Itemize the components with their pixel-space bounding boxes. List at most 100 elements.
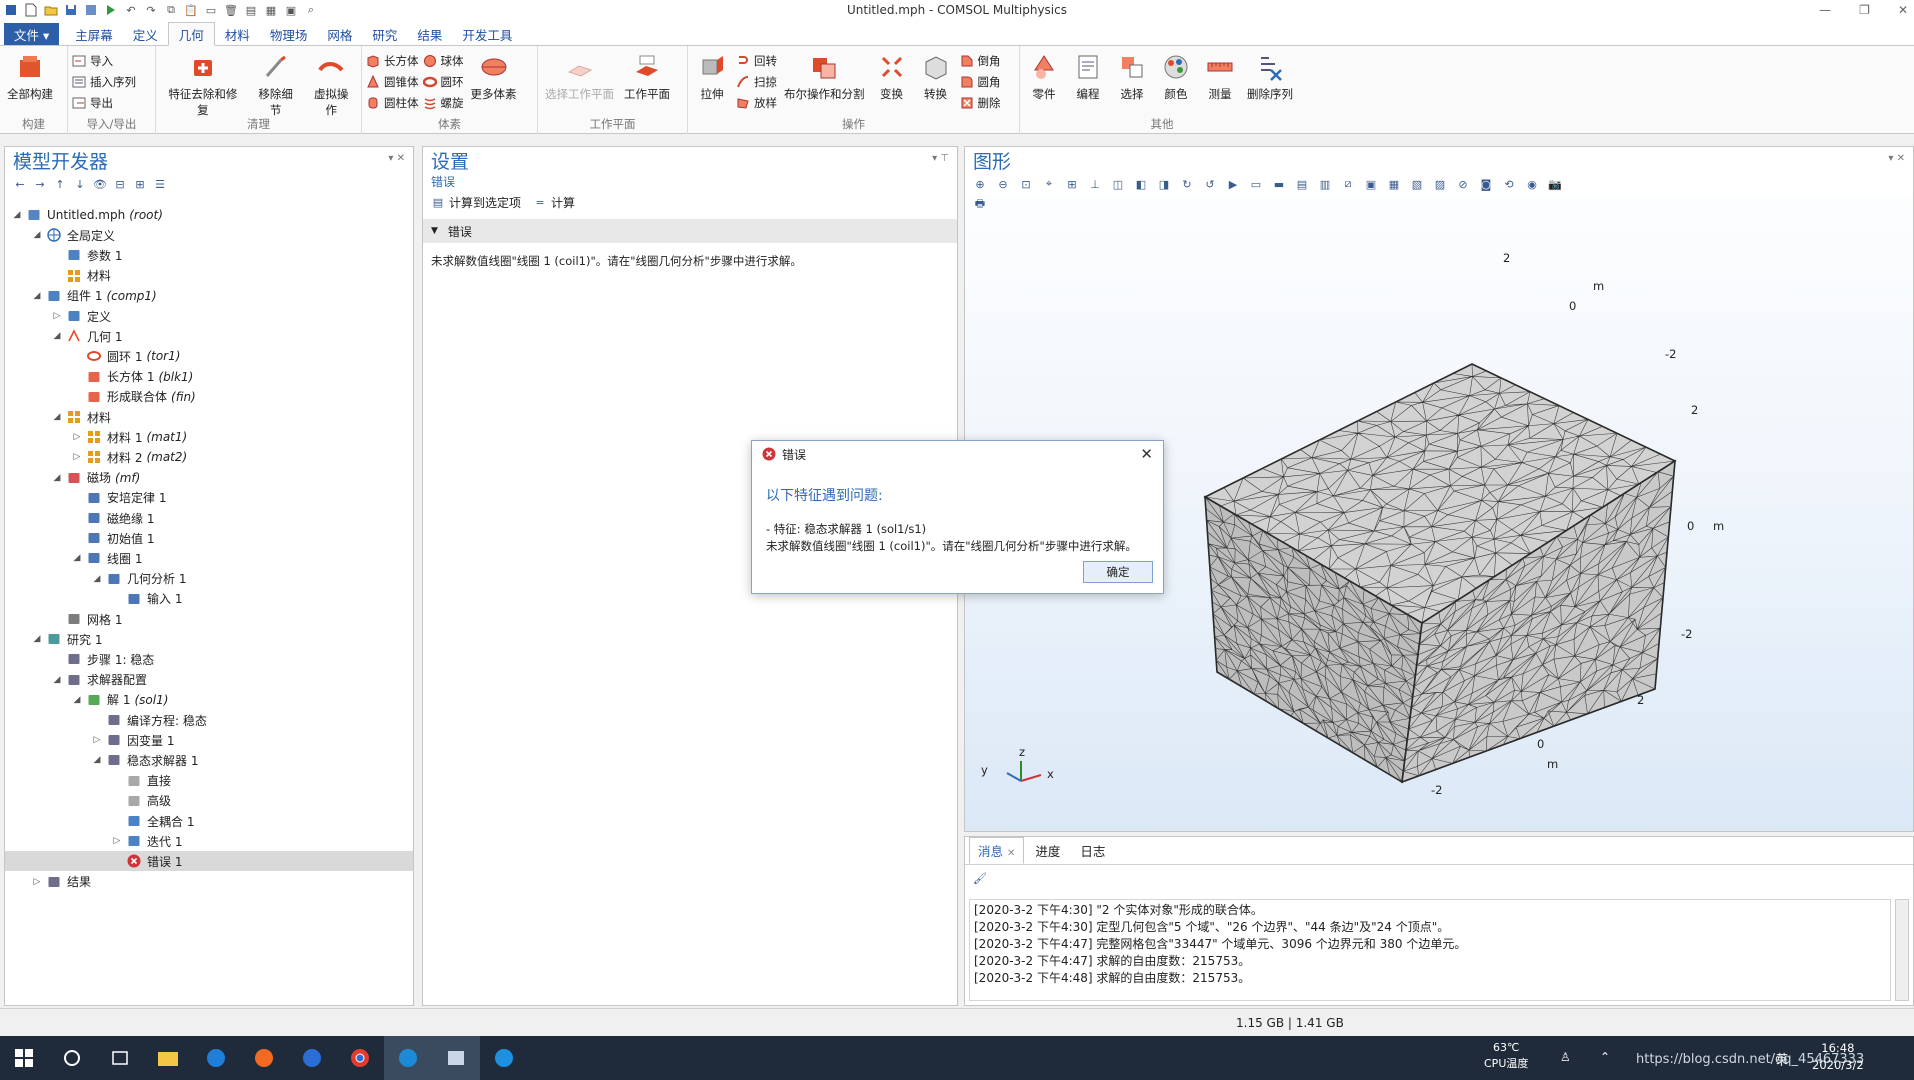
collapsed-arrow-icon[interactable]: ▷ [91, 734, 103, 746]
paste-icon[interactable]: 📋 [184, 3, 198, 17]
redo-icon[interactable]: ↷ [144, 3, 158, 17]
sweep-button[interactable]: 扫掠 [736, 73, 777, 91]
select-all-icon[interactable]: ▨ [1433, 177, 1447, 191]
tab-log[interactable]: 日志 [1071, 837, 1114, 864]
people-icon[interactable]: ♙ [1560, 1050, 1571, 1064]
tab-definitions[interactable]: 定义 [123, 23, 168, 45]
tree-item[interactable]: ▷ 结果 [5, 872, 413, 892]
show-hidden-icon[interactable]: ◙ [1479, 177, 1493, 191]
select-boundary-icon[interactable]: ▧ [1410, 177, 1424, 191]
ok-button[interactable]: 确定 [1083, 561, 1153, 583]
tree-item[interactable]: ◢ 材料 [5, 407, 413, 427]
forward-icon[interactable]: → [33, 177, 47, 191]
expanded-arrow-icon[interactable]: ◢ [51, 411, 63, 423]
zoom-box-icon[interactable]: ⊡ [1019, 177, 1033, 191]
zoom-in-icon[interactable]: ⊕ [973, 177, 987, 191]
expand-all-icon[interactable]: ⊞ [133, 177, 147, 191]
tree-item[interactable]: 圆环 1 (tor1) [5, 346, 413, 366]
open-file-icon[interactable] [44, 3, 58, 17]
torus-button[interactable]: 圆环 [422, 73, 464, 91]
cylinder-button[interactable]: 圆柱体 [366, 94, 419, 112]
graphics-menu-icon[interactable]: ▾ ✕ [1888, 153, 1905, 164]
expanded-arrow-icon[interactable]: ◢ [31, 229, 43, 241]
new-file-icon[interactable] [24, 3, 38, 17]
tree-view-icon[interactable]: ☰ [153, 177, 167, 191]
tree-item[interactable]: 初始值 1 [5, 528, 413, 548]
chrome-icon[interactable] [336, 1036, 384, 1080]
collapsed-arrow-icon[interactable]: ▷ [111, 835, 123, 847]
expanded-arrow-icon[interactable]: ◢ [71, 552, 83, 564]
collapse-all-icon[interactable]: ⊟ [113, 177, 127, 191]
tab-materials[interactable]: 材料 [215, 23, 260, 45]
panel-menu-icon[interactable]: ▾ ✕ [388, 153, 405, 164]
start-icon[interactable] [0, 1036, 48, 1080]
tree-item[interactable]: 直接 [5, 771, 413, 791]
lights-icon[interactable]: ▶ [1226, 177, 1240, 191]
expanded-arrow-icon[interactable]: ◢ [51, 674, 63, 686]
tree-item[interactable]: ◢ 全局定义 [5, 225, 413, 245]
collapsed-arrow-icon[interactable]: ▷ [31, 876, 43, 888]
hide-icon[interactable]: ▥ [1318, 177, 1332, 191]
tree-item[interactable]: ▷ 材料 2 (mat2) [5, 447, 413, 467]
tree-item[interactable]: ◢ 几何分析 1 [5, 569, 413, 589]
save-as-icon[interactable] [84, 3, 98, 17]
loft-button[interactable]: 放样 [736, 94, 777, 112]
tree-item[interactable]: ◢ 几何 1 [5, 326, 413, 346]
build-all-qat-icon[interactable]: ▦ [264, 3, 278, 17]
zoom-extents-icon[interactable]: ⊞ [1065, 177, 1079, 191]
chamfer-button[interactable]: 倒角 [960, 52, 1001, 70]
tree-item[interactable]: ◢ 磁场 (mf) [5, 468, 413, 488]
transparency-icon[interactable]: ▤ [1295, 177, 1309, 191]
import-button[interactable]: 导入 [72, 52, 136, 70]
tree-item[interactable]: 长方体 1 (blk1) [5, 367, 413, 387]
tab-developer[interactable]: 开发工具 [452, 23, 522, 45]
expanded-arrow-icon[interactable]: ◢ [31, 290, 43, 302]
tree-item[interactable]: ▷ 定义 [5, 306, 413, 326]
export-button[interactable]: 导出 [72, 94, 136, 112]
file-explorer-icon[interactable] [144, 1036, 192, 1080]
search-icon[interactable] [48, 1036, 96, 1080]
sphere-button[interactable]: 球体 [423, 52, 464, 70]
tree-item[interactable]: ▷ 因变量 1 [5, 730, 413, 750]
comsol-window-icon[interactable] [432, 1036, 480, 1080]
delete-entities-button[interactable]: 删除 [960, 94, 1001, 112]
comsol-app-icon[interactable] [384, 1036, 432, 1080]
rotate-back-icon[interactable]: ↺ [1203, 177, 1217, 191]
collapsed-arrow-icon[interactable]: ▷ [71, 451, 83, 463]
axis-orient-icon[interactable]: ⊥ [1088, 177, 1102, 191]
log-scrollbar[interactable] [1895, 899, 1909, 1001]
sogou-icon[interactable] [288, 1036, 336, 1080]
save-icon[interactable] [64, 3, 78, 17]
block-button[interactable]: 长方体 [366, 52, 419, 70]
tree-item[interactable]: 编译方程: 稳态 [5, 710, 413, 730]
expanded-arrow-icon[interactable]: ◢ [31, 633, 43, 645]
tree-item[interactable]: 安培定律 1 [5, 488, 413, 508]
task-view-icon[interactable] [96, 1036, 144, 1080]
tree-item[interactable]: ▷ 材料 1 (mat1) [5, 427, 413, 447]
select-domain-icon[interactable]: ▦ [1387, 177, 1401, 191]
zoom-selected-icon[interactable]: ⌖ [1042, 177, 1056, 191]
scene-light-icon[interactable]: ◉ [1525, 177, 1539, 191]
back-icon[interactable]: ← [13, 177, 27, 191]
expanded-arrow-icon[interactable]: ◢ [11, 209, 23, 221]
tree-item[interactable]: 步骤 1: 稳态 [5, 649, 413, 669]
tree-item[interactable]: ◢ 线圈 1 [5, 548, 413, 568]
tree-item[interactable]: ◢ 组件 1 (comp1) [5, 286, 413, 306]
tab-geometry[interactable]: 几何 [167, 22, 215, 46]
expanded-arrow-icon[interactable]: ◢ [51, 472, 63, 484]
show-icon[interactable]: 👁 [93, 177, 107, 191]
reset-hiding-icon[interactable]: ⟲ [1502, 177, 1516, 191]
close-tab-icon[interactable]: ✕ [1007, 848, 1015, 859]
compute-button[interactable]: 计算 [551, 194, 575, 211]
tab-file[interactable]: 文件 ▾ [4, 23, 60, 45]
restore-icon[interactable]: ❐ [1859, 3, 1870, 17]
tree-item[interactable]: ◢ 稳态求解器 1 [5, 750, 413, 770]
settings-menu-icon[interactable]: ▾ ⊤ [932, 153, 949, 164]
fillet-button[interactable]: 圆角 [960, 73, 1001, 91]
rotate-icon[interactable]: ↻ [1180, 177, 1194, 191]
zoom-qat-icon[interactable]: ⌕ [304, 3, 318, 17]
clear-selection-icon[interactable]: ⧄ [1341, 177, 1355, 191]
move-down-icon[interactable]: ↓ [73, 177, 87, 191]
expanded-arrow-icon[interactable]: ◢ [51, 330, 63, 342]
hide-entities-icon[interactable]: ⊘ [1456, 177, 1470, 191]
